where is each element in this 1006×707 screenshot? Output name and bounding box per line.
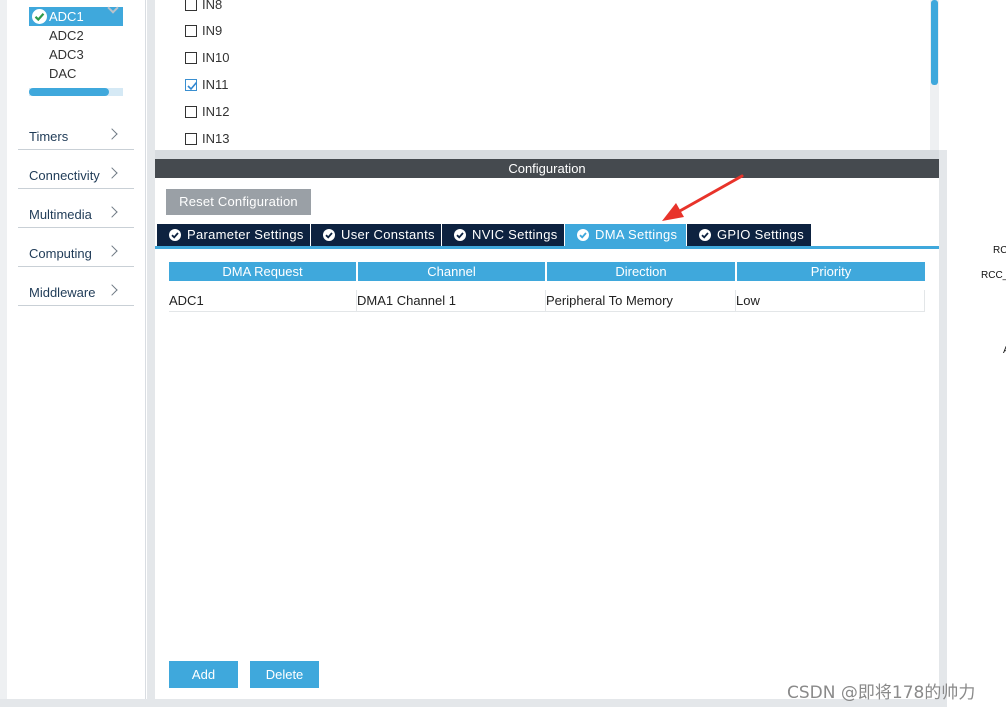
channel-checkbox-checked[interactable] <box>185 79 198 91</box>
chevron-right-icon <box>106 128 118 140</box>
tab-label: Parameter Settings <box>187 227 304 242</box>
channel-checkbox[interactable] <box>185 106 197 118</box>
check-circle-icon <box>323 229 335 241</box>
chevron-right-icon <box>106 245 118 257</box>
add-button[interactable]: Add <box>169 661 238 688</box>
watermark: CSDN @即将178的帅力 <box>787 683 976 703</box>
channel-list: IN8 IN9 IN10 IN11 IN12 IN13 <box>155 0 939 152</box>
channel-checkbox[interactable] <box>185 25 197 37</box>
category-label: Computing <box>29 246 92 261</box>
delete-button[interactable]: Delete <box>250 661 319 688</box>
channel-checkbox[interactable] <box>185 133 197 145</box>
sidebar-item-adc1[interactable]: ADC1 <box>29 2 123 26</box>
tab-label: User Constants <box>341 227 435 242</box>
collapse-chevron-icon[interactable] <box>107 2 119 14</box>
category-label: Middleware <box>29 285 96 300</box>
table-cell-channel[interactable]: DMA1 Channel 1 <box>357 290 546 312</box>
sidebar-category-computing[interactable]: Computing <box>18 241 134 267</box>
category-label: Multimedia <box>29 207 92 222</box>
configuration-title: Configuration <box>508 161 586 176</box>
sidebar-category-multimedia[interactable]: Multimedia <box>18 202 134 228</box>
tab-dma-settings[interactable]: DMA Settings <box>565 224 686 246</box>
configuration-title-bar: Configuration <box>155 159 939 178</box>
sidebar-category-timers[interactable]: Timers <box>18 124 134 150</box>
category-label: Connectivity <box>29 168 100 183</box>
sidebar-scrollbar-thumb[interactable] <box>29 88 109 96</box>
chevron-right-icon <box>106 206 118 218</box>
channel-label: IN12 <box>202 104 230 119</box>
pinout-view: RC RCC_ A <box>947 0 1006 707</box>
chevron-right-icon <box>106 284 118 296</box>
tab-parameter-settings[interactable]: Parameter Settings <box>157 224 310 246</box>
configuration-splitter[interactable] <box>939 150 947 707</box>
pin-label: RCC_ <box>981 270 1006 281</box>
panel-splitter[interactable] <box>147 0 155 707</box>
sidebar-item-adc3[interactable]: ADC3 <box>29 45 123 64</box>
table-cell-priority[interactable]: Low <box>736 290 925 312</box>
reset-configuration-button[interactable]: Reset Configuration <box>166 189 311 215</box>
channel-label: IN9 <box>202 23 223 38</box>
pane-divider[interactable] <box>155 150 939 159</box>
channel-label: IN10 <box>202 50 230 65</box>
column-header-direction[interactable]: Direction <box>547 262 735 281</box>
channel-in12[interactable]: IN12 <box>185 104 229 120</box>
sidebar-item-label: ADC2 <box>49 28 84 43</box>
channel-in9[interactable]: IN9 <box>185 23 222 39</box>
channel-in10[interactable]: IN10 <box>185 50 229 66</box>
channel-in8[interactable]: IN8 <box>185 0 222 13</box>
table-cell-direction[interactable]: Peripheral To Memory <box>546 290 736 312</box>
sidebar-edge <box>0 0 7 707</box>
tab-label: DMA Settings <box>595 227 678 242</box>
check-circle-icon <box>32 9 47 24</box>
sidebar: ADC1 ADC2 ADC3 DAC Timers Connectivity M… <box>0 0 146 707</box>
check-circle-icon <box>454 229 466 241</box>
channel-checkbox[interactable] <box>185 52 197 64</box>
check-circle-icon <box>699 229 711 241</box>
chevron-right-icon <box>106 167 118 179</box>
sidebar-item-dac[interactable]: DAC <box>29 64 123 83</box>
channel-scrollbar[interactable] <box>930 0 939 152</box>
channel-scrollbar-thumb[interactable] <box>931 0 938 85</box>
sidebar-item-label: ADC1 <box>49 9 84 24</box>
tab-user-constants[interactable]: User Constants <box>311 224 441 246</box>
category-label: Timers <box>29 129 69 144</box>
sidebar-category-connectivity[interactable]: Connectivity <box>18 163 134 189</box>
channel-in13[interactable]: IN13 <box>185 131 229 147</box>
channel-label: IN8 <box>202 0 223 12</box>
table-cell-dma-request[interactable]: ADC1 <box>169 290 357 312</box>
channel-label: IN13 <box>202 131 230 146</box>
sidebar-item-label: ADC3 <box>49 47 84 62</box>
sidebar-item-label: DAC <box>49 66 77 81</box>
column-header-priority[interactable]: Priority <box>737 262 925 281</box>
sidebar-scrollbar[interactable] <box>29 88 123 96</box>
tab-gpio-settings[interactable]: GPIO Settings <box>687 224 811 246</box>
sidebar-item-adc2[interactable]: ADC2 <box>29 26 123 45</box>
channel-checkbox[interactable] <box>185 0 197 11</box>
check-circle-icon <box>169 229 181 241</box>
tab-label: NVIC Settings <box>472 227 558 242</box>
column-header-channel[interactable]: Channel <box>358 262 545 281</box>
check-circle-icon <box>577 229 589 241</box>
sidebar-category-middleware[interactable]: Middleware <box>18 280 134 306</box>
tab-underline <box>155 246 939 249</box>
tab-label: GPIO Settings <box>717 227 804 242</box>
channel-in11[interactable]: IN11 <box>185 77 229 93</box>
channel-label: IN11 <box>202 77 229 92</box>
tab-nvic-settings[interactable]: NVIC Settings <box>442 224 564 246</box>
pin-label: RC <box>993 245 1006 256</box>
column-header-dma-request[interactable]: DMA Request <box>169 262 356 281</box>
